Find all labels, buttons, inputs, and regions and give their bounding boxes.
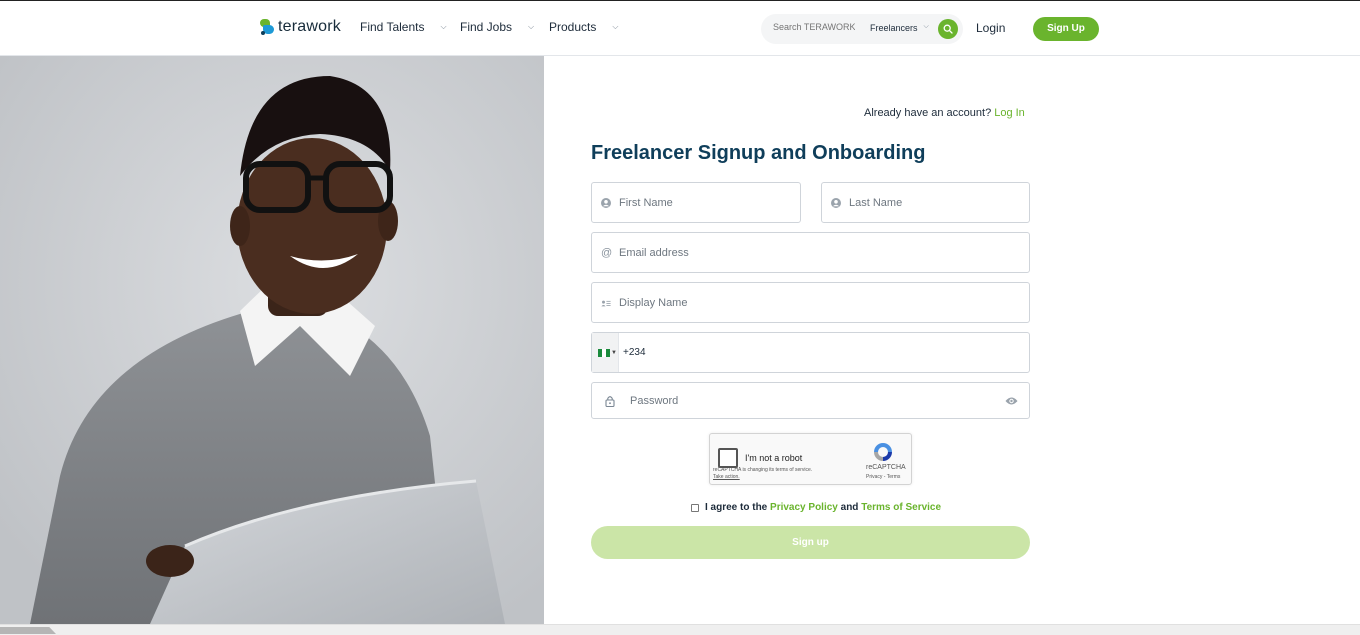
last-name-field — [821, 182, 1030, 223]
terawork-logo[interactable]: terawork — [259, 18, 341, 36]
recaptcha-icon — [874, 443, 892, 461]
logo-text: terawork — [278, 18, 341, 35]
search-icon — [943, 24, 953, 34]
have-account-text: Already have an account? — [864, 107, 992, 119]
password-input[interactable] — [630, 383, 1027, 418]
agree-and: and — [840, 502, 859, 513]
nav-find-jobs[interactable]: Find Jobs ⌵ — [460, 20, 534, 34]
search-input[interactable] — [773, 22, 855, 32]
login-link-secondary[interactable]: Log In — [994, 107, 1025, 119]
chevron-down-icon: ⌵ — [612, 22, 619, 31]
id-card-icon — [601, 300, 611, 306]
scrollbar-thumb[interactable] — [0, 627, 56, 634]
recaptcha-notice: reCAPTCHA is changing its terms of servi… — [713, 467, 813, 473]
terms-of-service-link[interactable]: Terms of Service — [861, 502, 941, 513]
horizontal-scrollbar[interactable] — [0, 624, 1360, 635]
chevron-down-icon: ⌵ — [440, 22, 447, 31]
nav-products[interactable]: Products ⌵ — [549, 20, 618, 34]
recaptcha-take-action-link[interactable]: Take action. — [713, 474, 740, 480]
login-link[interactable]: Login — [976, 21, 1005, 35]
phone-input[interactable] — [623, 333, 1020, 372]
caret-down-icon: ▼ — [611, 350, 617, 356]
search-category-select[interactable]: Freelancers ⌵ — [870, 23, 929, 33]
terms-agreement: I agree to the Privacy Policy and Terms … — [691, 502, 941, 513]
eye-icon[interactable] — [1005, 396, 1018, 406]
freelancer-portrait-image — [0, 56, 544, 624]
recaptcha-label: I'm not a robot — [745, 453, 803, 463]
recaptcha-brand: reCAPTCHA — [866, 464, 906, 471]
hero-photo — [0, 56, 544, 624]
nav-label: Find Jobs — [460, 20, 513, 34]
email-input[interactable] — [619, 233, 1016, 272]
privacy-policy-link[interactable]: Privacy Policy — [770, 502, 838, 513]
chevron-down-icon: ⌵ — [528, 22, 535, 31]
password-field — [591, 382, 1030, 419]
signup-button[interactable]: Sign Up — [1033, 17, 1099, 41]
first-name-input[interactable] — [619, 183, 787, 222]
recaptcha-checkbox[interactable] — [718, 448, 738, 468]
terawork-logo-icon — [259, 18, 275, 36]
chevron-down-icon: ⌵ — [923, 23, 929, 30]
phone-field: ▼ — [591, 332, 1030, 373]
signup-submit-button[interactable]: Sign up — [591, 526, 1030, 559]
country-code-select[interactable]: ▼ — [592, 333, 619, 372]
top-navbar: terawork Find Talents ⌵ Find Jobs ⌵ Prod… — [0, 0, 1360, 56]
nav-find-talents[interactable]: Find Talents ⌵ — [360, 20, 447, 34]
page-title: Freelancer Signup and Onboarding — [591, 142, 926, 164]
nigeria-flag-icon — [598, 349, 610, 357]
nav-label: Find Talents — [360, 20, 425, 34]
nav-label: Products — [549, 20, 597, 34]
search-category-value: Freelancers — [870, 23, 918, 33]
at-icon: @ — [601, 246, 613, 259]
user-icon — [831, 197, 841, 208]
recaptcha-widget: I'm not a robot reCAPTCHA is changing it… — [709, 433, 912, 485]
last-name-input[interactable] — [849, 183, 1016, 222]
recaptcha-privacy-terms[interactable]: Privacy - Terms — [866, 474, 900, 480]
user-icon — [601, 197, 611, 208]
search-bar: Freelancers ⌵ — [761, 14, 963, 44]
lock-icon — [605, 395, 615, 407]
terms-checkbox[interactable] — [691, 503, 699, 512]
display-name-field — [591, 282, 1030, 323]
have-account-prompt: Already have an account? Log In — [864, 107, 1025, 119]
agree-prefix: I agree to the — [705, 502, 768, 513]
search-button[interactable] — [938, 19, 958, 39]
first-name-field — [591, 182, 801, 223]
email-field: @ — [591, 232, 1030, 273]
display-name-input[interactable] — [619, 283, 1016, 322]
